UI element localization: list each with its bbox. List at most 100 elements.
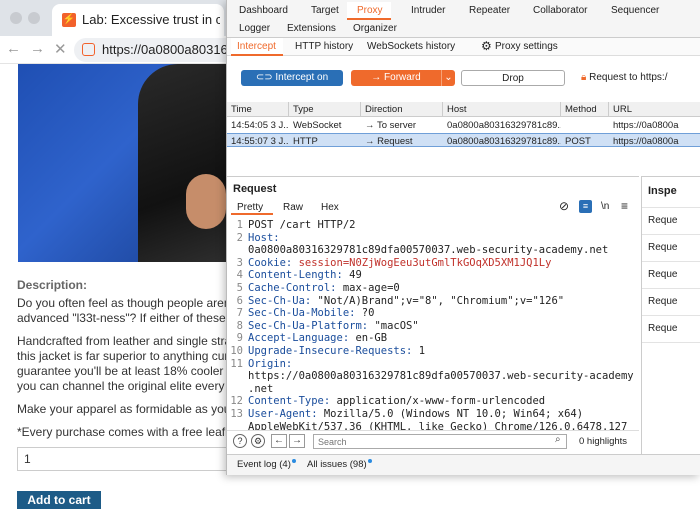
cell-time: 14:55:07 3 J... bbox=[231, 136, 289, 147]
line-number: 7 bbox=[236, 307, 243, 320]
back-arrow-icon[interactable]: ← bbox=[6, 40, 21, 57]
view-tab-raw[interactable]: Raw bbox=[283, 202, 303, 213]
inspector-section[interactable]: Reque bbox=[648, 215, 677, 226]
header-value: session=N0ZjWogEeu3utGmlTkGOqXD5XM1JQ1Ly bbox=[298, 256, 552, 269]
status-bar: Event log (4) All issues (98) bbox=[227, 454, 700, 475]
tab-logger[interactable]: Logger bbox=[239, 23, 270, 34]
product-image bbox=[18, 64, 238, 262]
column-header-url[interactable]: URL bbox=[609, 102, 700, 117]
browser-tab[interactable]: ⚡ Lab: Excessive trust in client- bbox=[52, 4, 224, 36]
add-to-cart-button[interactable]: Add to cart bbox=[17, 491, 101, 509]
forward-button[interactable]: → Forward bbox=[351, 70, 441, 86]
settings-gear-icon[interactable]: ⚙ bbox=[481, 39, 492, 53]
inspector-section[interactable]: Reque bbox=[648, 269, 677, 280]
request-line: Sec-Ch-Ua-Platform: "macOS" bbox=[248, 320, 419, 332]
divider bbox=[642, 207, 700, 208]
menu-icon[interactable]: ≡ bbox=[621, 199, 628, 213]
request-line: Cookie: session=N0ZjWogEeu3utGmlTkGOqXD5… bbox=[248, 257, 551, 269]
request-line: POST /cart HTTP/2 bbox=[248, 219, 355, 231]
tab-organizer[interactable]: Organizer bbox=[353, 23, 397, 34]
line-number: 5 bbox=[236, 282, 243, 294]
header-name: Sec-Ch-Ua-Platform: bbox=[248, 319, 375, 332]
header-name: Cookie: bbox=[248, 256, 299, 269]
forward-arrow-icon[interactable]: → bbox=[30, 40, 45, 57]
proxy-sub-tabs: Intercept HTTP history WebSockets histor… bbox=[227, 38, 700, 56]
subtab-intercept[interactable]: Intercept bbox=[237, 41, 276, 52]
search-input[interactable] bbox=[313, 434, 567, 449]
stop-loading-icon[interactable]: ✕ bbox=[54, 40, 67, 58]
line-number: 3 bbox=[236, 256, 243, 269]
quantity-input[interactable]: 1 bbox=[17, 447, 229, 471]
view-tab-hex[interactable]: Hex bbox=[321, 202, 339, 213]
inspector-panel: Inspe Reque Reque Reque Reque Reque bbox=[641, 176, 700, 475]
column-header-type[interactable]: Type bbox=[289, 102, 361, 117]
request-line: Sec-Ch-Ua-Mobile: ?0 bbox=[248, 307, 374, 319]
line-number: 10 bbox=[230, 345, 243, 357]
column-header-time[interactable]: Time bbox=[227, 102, 289, 117]
table-row[interactable]: 14:54:05 3 J... WebSocket → To server 0a… bbox=[227, 118, 700, 132]
jacket-shape bbox=[138, 64, 238, 262]
search-next-arrow-icon[interactable]: → bbox=[289, 434, 305, 448]
tab-intruder[interactable]: Intruder bbox=[411, 5, 445, 16]
search-prev-arrow-icon[interactable]: ← bbox=[271, 434, 287, 448]
header-value: max-age=0 bbox=[342, 282, 400, 294]
header-name: Upgrade-Insecure-Requests: bbox=[248, 345, 419, 357]
cell-direction: → To server bbox=[365, 120, 417, 131]
cell-url: https://0a0800a bbox=[613, 120, 679, 131]
tab-dashboard[interactable]: Dashboard bbox=[239, 5, 288, 16]
table-row-selected[interactable]: 14:55:07 3 J... HTTP → Request 0a0800a80… bbox=[227, 133, 700, 147]
view-tab-pretty[interactable]: Pretty bbox=[237, 202, 263, 213]
inspector-section[interactable]: Reque bbox=[648, 296, 677, 307]
subtab-http-history[interactable]: HTTP history bbox=[295, 41, 353, 52]
cell-type: HTTP bbox=[293, 136, 318, 147]
header-value: application/x-www-form-urlencoded bbox=[336, 395, 546, 408]
event-log-link[interactable]: Event log (4) bbox=[237, 459, 296, 470]
column-header-method[interactable]: Method bbox=[561, 102, 609, 117]
inspector-title: Inspe bbox=[648, 185, 677, 197]
newline-toggle[interactable]: \n bbox=[601, 201, 609, 212]
help-icon[interactable]: ? bbox=[233, 434, 247, 448]
header-name: Content-Type: bbox=[248, 395, 337, 408]
wrap-lines-icon[interactable]: ≡ bbox=[579, 200, 592, 213]
tab-proxy[interactable]: Proxy bbox=[357, 5, 383, 16]
forward-dropdown-chevron-icon[interactable]: ⌄ bbox=[441, 70, 455, 86]
description-text: this jacket is far superior to anything … bbox=[17, 349, 231, 363]
forward-label: Forward bbox=[384, 72, 421, 83]
hide-eye-icon[interactable]: ⊘ bbox=[559, 199, 569, 213]
header-value: en-GB bbox=[355, 332, 388, 345]
cell-method bbox=[561, 118, 609, 133]
tab-extensions[interactable]: Extensions bbox=[287, 23, 336, 34]
tab-repeater[interactable]: Repeater bbox=[469, 5, 510, 16]
cell-host: 0a0800a80316329781c89... bbox=[447, 120, 561, 131]
header-value: 1 bbox=[418, 345, 426, 357]
column-header-direction[interactable]: Direction bbox=[361, 102, 443, 117]
subtab-websockets-history[interactable]: WebSockets history bbox=[367, 41, 455, 52]
description-text: Handcrafted from leather and single stra… bbox=[17, 334, 231, 348]
settings-gear-icon[interactable]: ⚙ bbox=[251, 434, 265, 448]
tab-collaborator[interactable]: Collaborator bbox=[533, 5, 587, 16]
all-issues-link[interactable]: All issues (98) bbox=[307, 459, 372, 470]
cell-direction: → Request bbox=[365, 136, 413, 147]
all-issues-label: All issues (98) bbox=[307, 459, 367, 470]
header-name: POST /cart HTTP/2 bbox=[248, 219, 356, 231]
inspector-section[interactable]: Reque bbox=[648, 323, 677, 334]
line-number: 6 bbox=[236, 294, 243, 307]
drop-button[interactable]: Drop bbox=[461, 70, 565, 86]
search-bar: ? ⚙ ← → ⌕ 0 highlights bbox=[227, 430, 639, 452]
intercept-toggle-button[interactable]: ⊂⊃ Intercept on bbox=[241, 70, 343, 86]
tab-sequencer[interactable]: Sequencer bbox=[611, 5, 659, 16]
column-header-host[interactable]: Host bbox=[443, 102, 561, 117]
inspector-section[interactable]: Reque bbox=[648, 242, 677, 253]
subtab-proxy-settings[interactable]: Proxy settings bbox=[495, 41, 558, 52]
description-text: you can channel the original elite every… bbox=[17, 379, 231, 393]
request-line: Host: bbox=[248, 232, 280, 244]
header-value: 0a0800a80316329781c89dfa00570037.web-sec… bbox=[248, 244, 609, 257]
request-panel-title: Request bbox=[233, 183, 277, 195]
header-name: Origin: bbox=[248, 357, 293, 370]
tab-target[interactable]: Target bbox=[311, 5, 339, 16]
header-name: User-Agent: bbox=[248, 408, 324, 420]
window-close-control[interactable] bbox=[10, 12, 22, 24]
header-name: Cache-Control: bbox=[248, 282, 343, 294]
window-minimize-control[interactable] bbox=[28, 12, 40, 24]
request-editor[interactable]: 1 POST /cart HTTP/2 2 Host: 0a0800a803163297… bbox=[227, 217, 639, 431]
